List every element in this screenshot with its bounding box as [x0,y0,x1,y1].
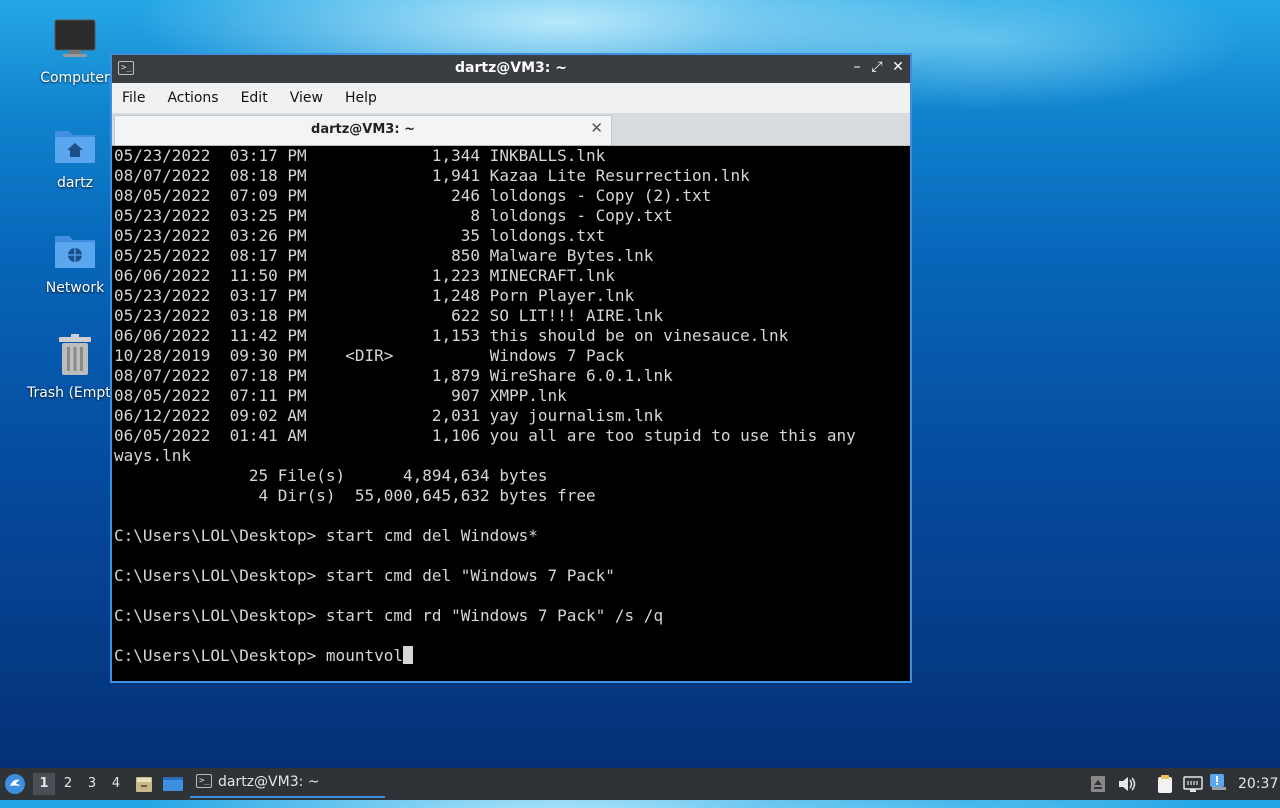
trash-icon [51,331,99,379]
desktop-icon-label: dartz [56,175,94,191]
terminal-line: 06/06/2022 11:50 PM 1,223 MINECRAFT.lnk [114,266,615,285]
menu-edit[interactable]: Edit [241,90,268,106]
terminal-line: 08/07/2022 08:18 PM 1,941 Kazaa Lite Res… [114,166,750,185]
desktop-icon-trash[interactable]: Trash (Empty) [27,331,123,401]
terminal-output[interactable]: 05/23/2022 03:17 PM 1,344 INKBALLS.lnk 0… [112,146,910,681]
taskbar: 1 2 3 4 >_ dartz@VM3: ~ 20:37 [0,768,1280,800]
network-folder-icon [51,226,99,274]
home-folder-icon [51,121,99,169]
terminal-line: 08/05/2022 07:09 PM 246 loldongs - Copy … [114,186,712,205]
notification-tray[interactable] [1208,768,1230,800]
terminal-line: 06/06/2022 11:42 PM 1,153 this should be… [114,326,789,345]
terminal-line: 05/23/2022 03:17 PM 1,344 INKBALLS.lnk [114,146,606,165]
eject-icon [1091,776,1105,792]
terminal-prompt-line[interactable]: C:\Users\LOL\Desktop> mountvol [114,646,910,666]
terminal-line: 05/23/2022 03:17 PM 1,248 Porn Player.ln… [114,286,635,305]
terminal-window: >_ dartz@VM3: ~ – ⤢ ✕ File Actions Edit … [110,53,912,683]
window-titlebar[interactable]: >_ dartz@VM3: ~ – ⤢ ✕ [112,55,910,83]
network-icon [1183,776,1203,792]
notification-icon [1210,774,1226,790]
terminal-input[interactable]: mountvol [326,646,403,665]
terminal-line: ways.lnk [114,446,192,465]
volume-control[interactable] [1117,768,1139,800]
window-title: dartz@VM3: ~ [455,60,567,76]
terminal-line: 4 Dir(s) 55,000,645,632 bytes free [114,486,596,505]
task-label: dartz@VM3: ~ [218,774,320,790]
terminal-line: C:\Users\LOL\Desktop> start cmd rd "Wind… [114,606,664,625]
terminal-line: 06/05/2022 01:41 AM 1,106 you all are to… [114,426,856,445]
app-menu-button[interactable] [4,768,28,800]
tab-bar: dartz@VM3: ~ ✕ [112,113,910,146]
desktop-icon-network[interactable]: Network [27,226,123,296]
desktop-launcher[interactable] [162,768,184,800]
menu-view[interactable]: View [290,90,323,106]
terminal-line: 05/25/2022 08:17 PM 850 Malware Bytes.ln… [114,246,654,265]
volume-icon [1119,777,1136,791]
menu-bar: File Actions Edit View Help [112,83,910,113]
tray-eject-button[interactable] [1090,768,1110,800]
workspace-1[interactable]: 1 [33,773,55,795]
terminal-icon: >_ [196,774,212,788]
terminal-line: 05/23/2022 03:25 PM 8 loldongs - Copy.tx… [114,206,673,225]
terminal-line: 10/28/2019 09:30 PM <DIR> Windows 7 Pack [114,346,625,365]
clipboard-tray[interactable] [1156,768,1176,800]
clock[interactable]: 20:37 [1238,768,1278,800]
tab-terminal[interactable]: dartz@VM3: ~ ✕ [114,115,612,145]
clipboard-icon [1158,775,1172,793]
app-menu-icon [5,774,25,794]
terminal-line: 05/23/2022 03:18 PM 622 SO LIT!!! AIRE.l… [114,306,664,325]
text-cursor [402,646,413,664]
file-cabinet-icon [136,777,152,792]
workspace-4[interactable]: 4 [105,773,127,795]
terminal-line: C:\Users\LOL\Desktop> start cmd del Wind… [114,526,538,545]
menu-file[interactable]: File [122,90,145,106]
desktop-icon-computer[interactable]: Computer [27,16,123,86]
desktop-icon-label: Trash (Empty) [27,385,123,401]
terminal-line: 08/05/2022 07:11 PM 907 XMPP.lnk [114,386,567,405]
desktop-icon-label: Network [45,280,105,296]
tab-close-icon[interactable]: ✕ [590,119,603,137]
workspace-2[interactable]: 2 [57,773,79,795]
menu-actions[interactable]: Actions [167,90,218,106]
tab-title: dartz@VM3: ~ [311,122,415,137]
terminal-line: 06/12/2022 09:02 AM 2,031 yay journalism… [114,406,664,425]
workspace-3[interactable]: 3 [81,773,103,795]
terminal-line: 05/23/2022 03:26 PM 35 loldongs.txt [114,226,606,245]
menu-help[interactable]: Help [345,90,377,106]
desktop-icon-home[interactable]: dartz [27,121,123,191]
terminal-line: 08/07/2022 07:18 PM 1,879 WireShare 6.0.… [114,366,673,385]
close-button[interactable]: ✕ [889,59,907,75]
terminal-line: C:\Users\LOL\Desktop> start cmd del "Win… [114,566,615,585]
file-manager-launcher[interactable] [134,768,154,800]
monitor-icon [51,16,99,64]
taskbar-task-terminal[interactable]: >_ dartz@VM3: ~ [190,770,385,798]
terminal-prompt: C:\Users\LOL\Desktop> [114,646,326,665]
network-tray[interactable] [1182,768,1204,800]
show-desktop-icon [163,777,183,791]
desktop-icon-label: Computer [40,70,110,86]
minimize-button[interactable]: – [848,59,866,75]
maximize-button[interactable]: ⤢ [868,59,886,75]
terminal-line: 25 File(s) 4,894,634 bytes [114,466,548,485]
